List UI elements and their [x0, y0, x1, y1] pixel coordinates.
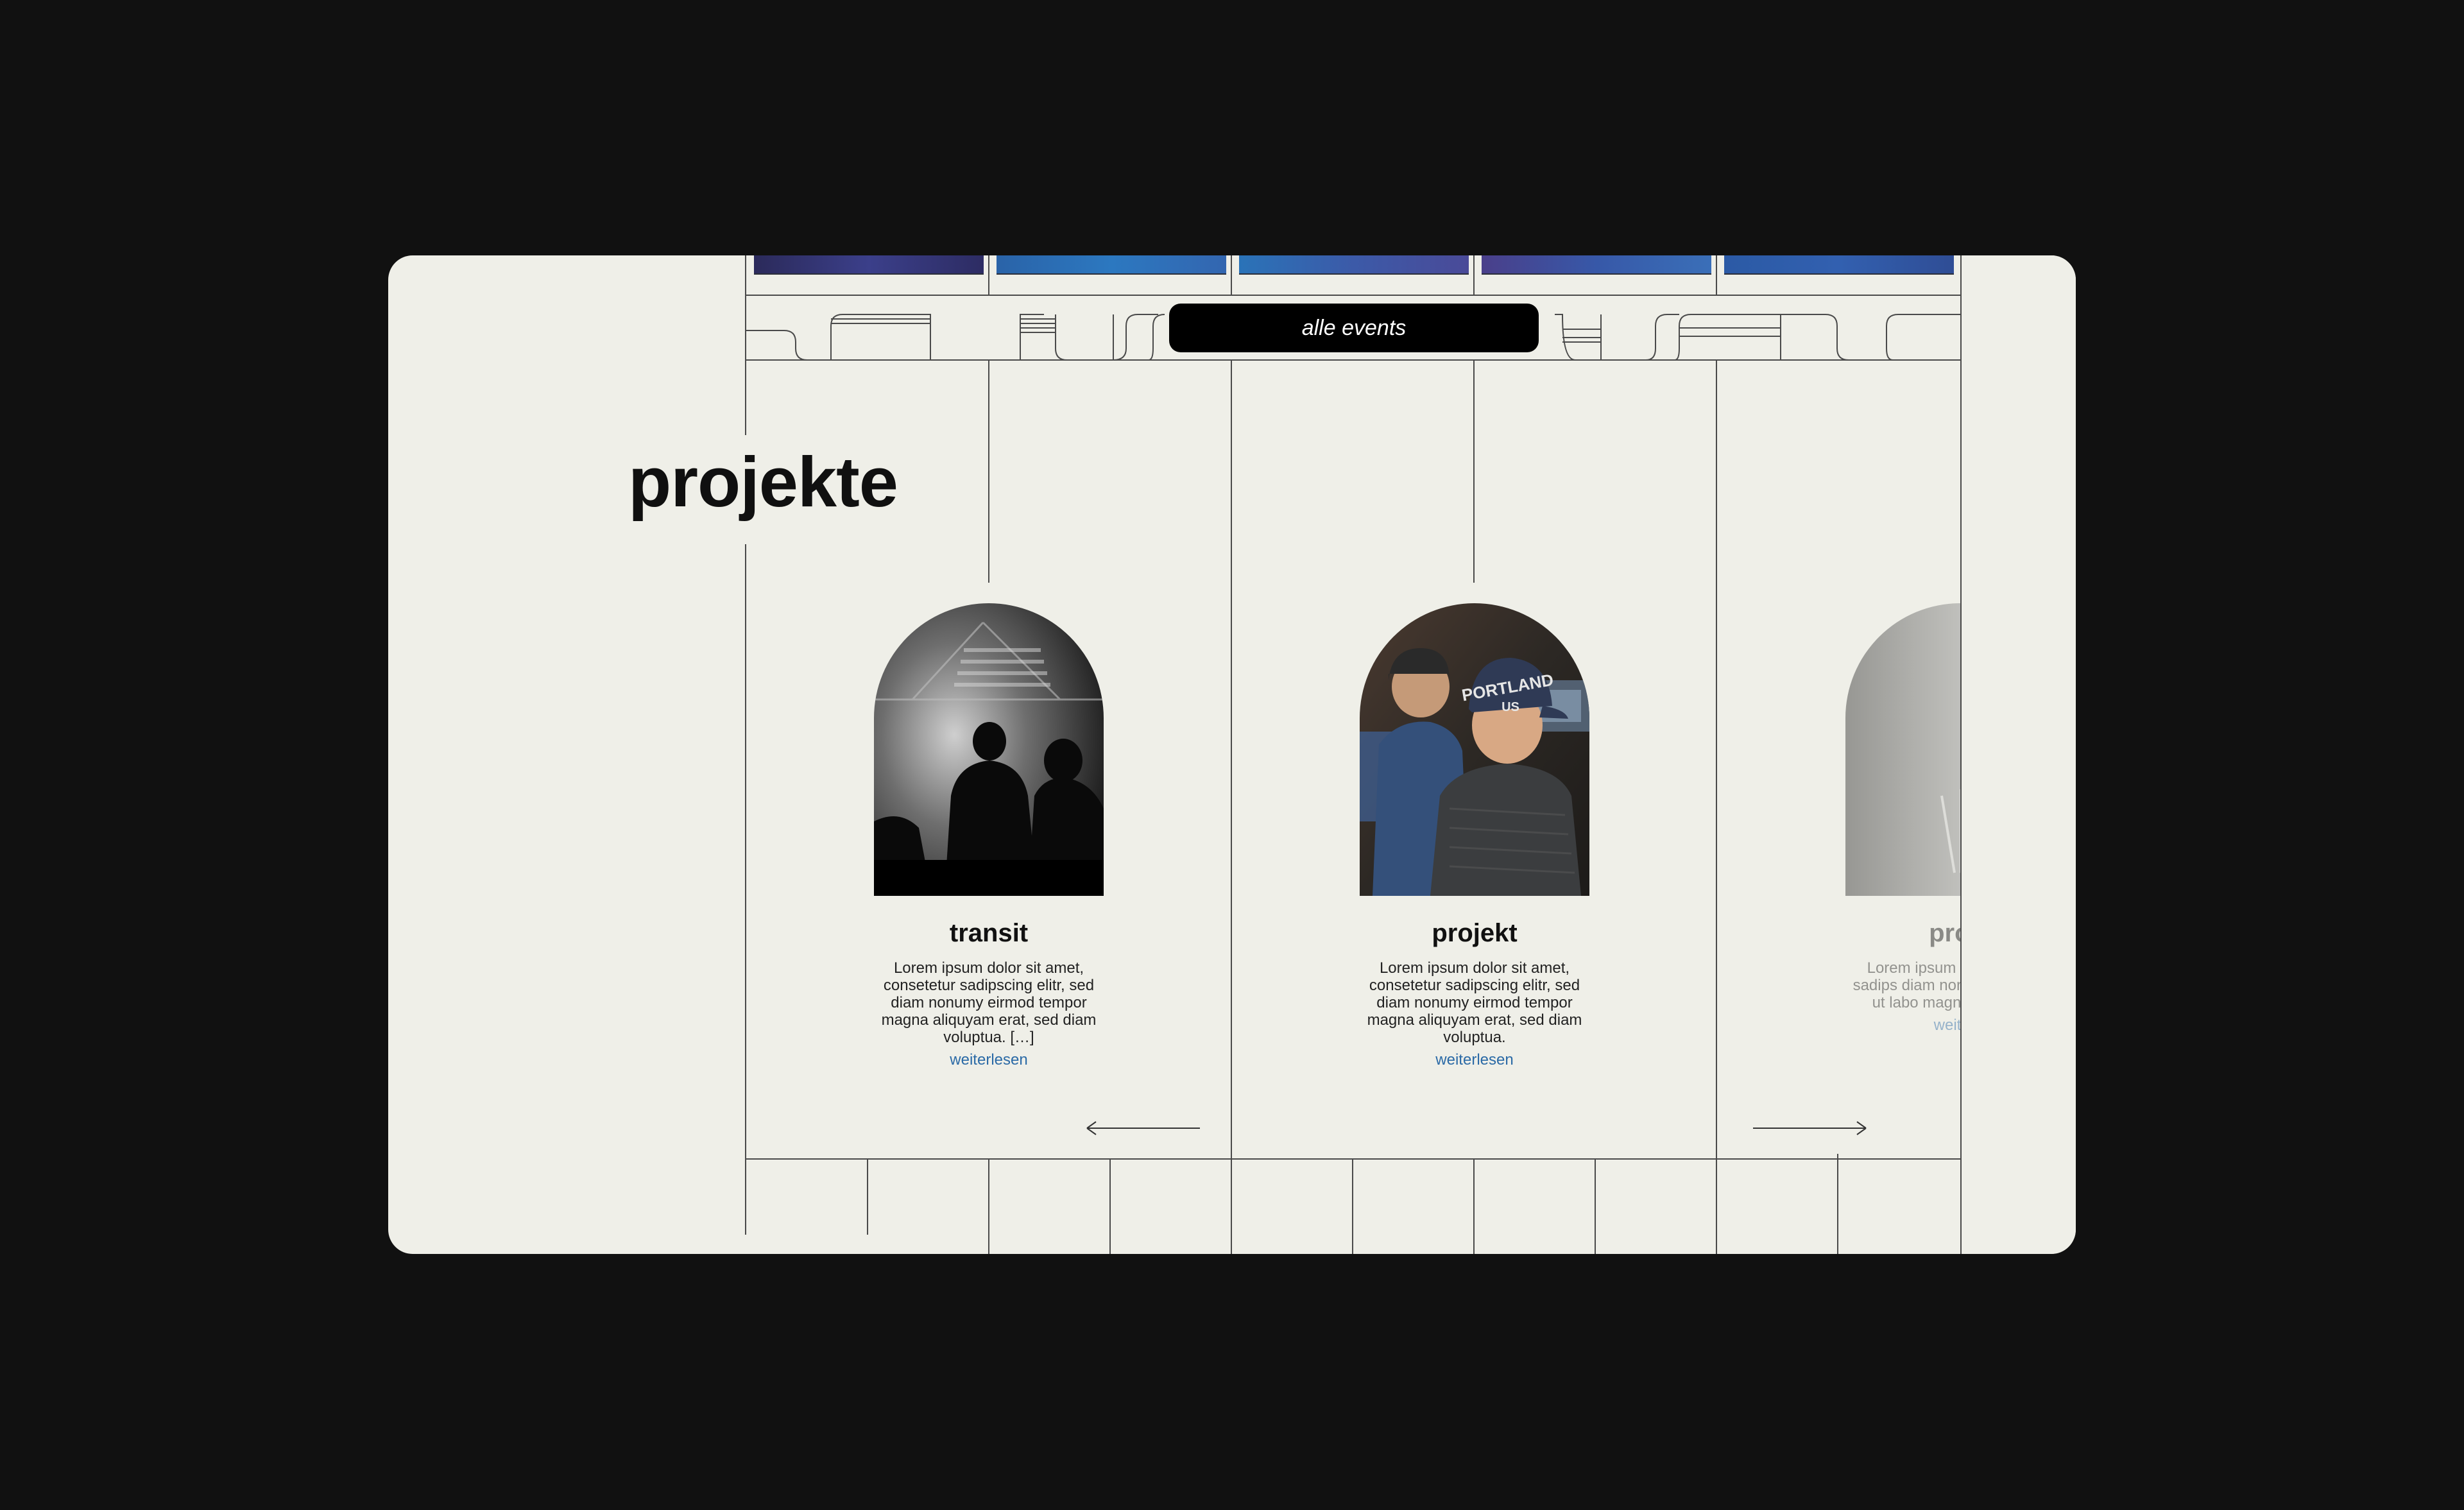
svg-text:US: US	[1502, 700, 1519, 714]
arrow-right-icon[interactable]	[1752, 1120, 1867, 1136]
project-title: projekt	[1432, 919, 1518, 947]
projects-section: alle events projekte transit Lorem ipsum…	[388, 255, 2076, 1254]
arrow-left-icon[interactable]	[1086, 1120, 1201, 1136]
read-more-link[interactable]: weiterlesen	[1435, 1051, 1513, 1069]
project-description: Lorem ipsum dolor sit amet, consetetur s…	[1367, 959, 1582, 1046]
project-title: transit	[949, 919, 1029, 947]
project-card: transit Lorem ipsum dolor sit amet, cons…	[867, 603, 1111, 1069]
right-border-line	[1960, 255, 1962, 1254]
grid-lines	[745, 255, 1962, 1254]
project-image[interactable]: PORTLAND US	[1360, 603, 1589, 896]
project-description: Lorem ipsum dolor sit amet, consetetur s…	[881, 959, 1097, 1046]
read-more-link[interactable]: weiterlesen	[950, 1051, 1027, 1069]
all-events-button[interactable]: alle events	[1169, 304, 1539, 352]
overflow-mask	[1961, 255, 2076, 1254]
project-image[interactable]	[874, 603, 1104, 896]
project-card: PORTLAND US projekt Lorem ipsum dolor si…	[1353, 603, 1596, 1069]
section-heading: projekte	[628, 443, 898, 522]
